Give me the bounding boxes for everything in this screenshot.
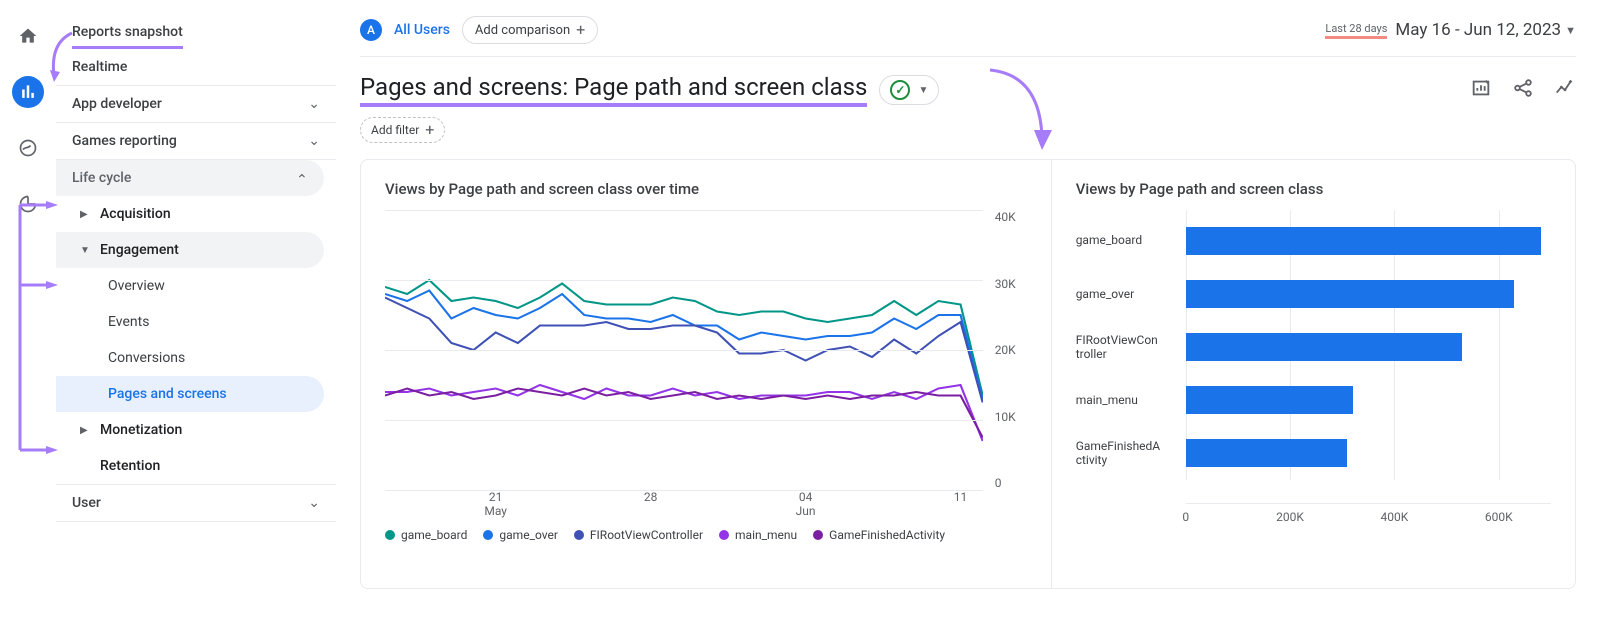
nav-user[interactable]: User ⌄ <box>56 485 336 522</box>
nav-label: Retention <box>100 458 160 474</box>
legend-item[interactable]: main_menu <box>719 528 797 542</box>
expand-icon: ▶ <box>80 425 92 436</box>
chevron-down-icon: ⌄ <box>308 495 320 511</box>
nav-label: Events <box>108 314 149 330</box>
share-icon[interactable] <box>1512 77 1534 103</box>
date-range-label: May 16 - Jun 12, 2023 <box>1395 20 1561 40</box>
chevron-down-icon: ⌄ <box>308 96 320 112</box>
add-comparison-label: Add comparison <box>475 23 570 38</box>
explore-icon[interactable] <box>12 132 44 164</box>
x-axis: 0200K400K600K <box>1186 503 1551 510</box>
nav-label: Acquisition <box>100 206 171 222</box>
nav-acquisition[interactable]: ▶ Acquisition <box>56 196 336 232</box>
report-status-dropdown[interactable]: ✓ ▼ <box>879 75 939 105</box>
bar-row: FIRootViewCon troller <box>1076 328 1551 366</box>
plus-icon: + <box>576 22 585 38</box>
bar-row: game_board <box>1076 222 1551 260</box>
nav-events[interactable]: Events <box>56 304 336 340</box>
bar-row: game_over <box>1076 275 1551 313</box>
chevron-down-icon: ⌄ <box>308 133 320 149</box>
nav-label: Games reporting <box>72 133 177 149</box>
reports-icon[interactable] <box>12 76 44 108</box>
line-chart-card: Views by Page path and screen class over… <box>361 160 1052 588</box>
nav-label: Monetization <box>100 422 182 438</box>
dropdown-icon: ▼ <box>918 85 928 96</box>
nav-monetization[interactable]: ▶ Monetization <box>56 412 336 448</box>
nav-life-cycle[interactable]: Life cycle ⌄ <box>56 160 324 196</box>
nav-realtime[interactable]: Realtime <box>56 49 336 86</box>
nav-overview[interactable]: Overview <box>56 268 336 304</box>
x-axis: 21May2804Jun11 <box>385 490 983 520</box>
segment-badge: A <box>360 19 382 41</box>
plus-icon: + <box>425 122 434 138</box>
nav-label: Overview <box>108 278 165 294</box>
customize-report-icon[interactable] <box>1470 77 1492 103</box>
segment-all-users[interactable]: All Users <box>394 22 450 38</box>
page-title: Pages and screens: Page path and screen … <box>360 73 867 107</box>
bar-row: main_menu <box>1076 381 1551 419</box>
check-icon: ✓ <box>890 80 910 100</box>
nav-retention[interactable]: Retention <box>56 448 336 485</box>
nav-label: Life cycle <box>72 170 131 186</box>
add-filter-label: Add filter <box>371 123 419 137</box>
expand-icon: ▶ <box>80 209 92 220</box>
nav-reports-snapshot[interactable]: Reports snapshot <box>72 14 183 49</box>
icon-rail <box>0 0 56 617</box>
nav-conversions[interactable]: Conversions <box>56 340 336 376</box>
legend-item[interactable]: game_board <box>385 528 467 542</box>
add-comparison-button[interactable]: Add comparison + <box>462 16 598 44</box>
main-content: A All Users Add comparison + Last 28 day… <box>336 0 1600 617</box>
comparison-bar: A All Users Add comparison + Last 28 day… <box>360 16 1576 57</box>
date-range-picker[interactable]: May 16 - Jun 12, 2023 ▼ <box>1395 20 1576 40</box>
nav-app-developer[interactable]: App developer ⌄ <box>56 86 336 123</box>
nav-label: Realtime <box>72 59 127 75</box>
nav-label: Engagement <box>100 242 179 258</box>
nav-label: User <box>72 495 101 511</box>
nav-label: Reports snapshot <box>72 24 183 40</box>
collapse-icon: ▼ <box>80 245 92 256</box>
card-title: Views by Page path and screen class over… <box>385 180 1027 198</box>
nav-games-reporting[interactable]: Games reporting ⌄ <box>56 123 336 160</box>
nav-engagement[interactable]: ▼ Engagement <box>56 232 324 268</box>
nav-pages-and-screens[interactable]: Pages and screens <box>56 376 324 412</box>
legend-item[interactable]: GameFinishedActivity <box>813 528 945 542</box>
bar-chart-card: Views by Page path and screen class game… <box>1052 160 1575 588</box>
line-chart: 40K30K20K10K0 21May2804Jun11 <box>385 210 1027 520</box>
chevron-up-icon: ⌄ <box>296 170 308 186</box>
nav-label: Pages and screens <box>108 386 227 402</box>
legend-item[interactable]: FIRootViewController <box>574 528 703 542</box>
insights-icon[interactable] <box>1554 77 1576 103</box>
y-axis: 40K30K20K10K0 <box>987 210 1027 490</box>
chart-legend: game_board game_over FIRootViewController m… <box>385 528 1027 542</box>
add-filter-button[interactable]: Add filter + <box>360 117 445 143</box>
nav-label: App developer <box>72 96 162 112</box>
date-preset-label: Last 28 days <box>1325 22 1387 39</box>
legend-item[interactable]: game_over <box>483 528 558 542</box>
home-icon[interactable] <box>12 20 44 52</box>
bar-row: GameFinishedA ctivity <box>1076 434 1551 472</box>
sidebar: Reports snapshot Realtime App developer ⌄… <box>56 0 336 617</box>
bar-chart: game_board game_over FIRootViewCon troller… <box>1076 210 1551 520</box>
dropdown-icon: ▼ <box>1565 24 1576 37</box>
advertising-icon[interactable] <box>12 188 44 220</box>
card-title: Views by Page path and screen class <box>1076 180 1551 198</box>
nav-label: Conversions <box>108 350 185 366</box>
